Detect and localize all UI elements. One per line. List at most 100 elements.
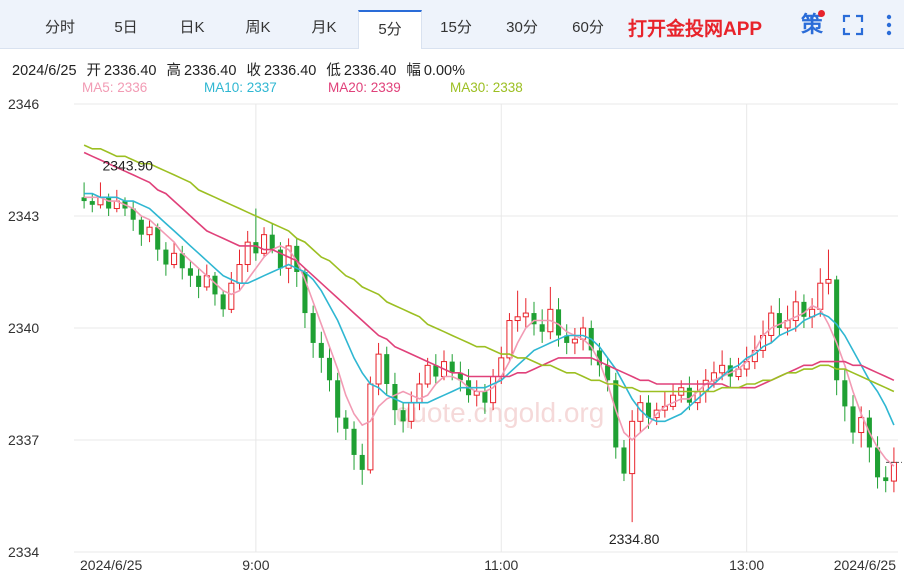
candle-body-up bbox=[514, 316, 521, 322]
candle-body-down bbox=[400, 410, 406, 422]
candle-body-up bbox=[261, 234, 268, 254]
candle-body-down bbox=[335, 380, 341, 418]
candle-body-down bbox=[106, 197, 112, 209]
fullscreen-icon[interactable] bbox=[840, 10, 866, 40]
change-label: 幅 bbox=[406, 63, 421, 79]
notification-dot bbox=[818, 10, 825, 17]
candle-body-down bbox=[163, 249, 169, 265]
tab-monthly-k[interactable]: 月K bbox=[302, 10, 346, 48]
x-tick-label: 2024/6/25 bbox=[834, 557, 896, 573]
candle-body-up bbox=[670, 394, 677, 407]
x-tick-label: 2024/6/25 bbox=[80, 557, 142, 573]
candle-body-up bbox=[236, 264, 243, 284]
candle-body-down bbox=[482, 391, 488, 403]
candle-body-down bbox=[343, 417, 349, 429]
tab-intraday[interactable]: 分时 bbox=[38, 10, 82, 48]
candle-body-down bbox=[253, 242, 259, 254]
watermark-text: quote.cngold.org bbox=[396, 397, 605, 428]
ma30-legend: MA30: 2338 bbox=[450, 80, 523, 95]
ma5-legend: MA5: 2336 bbox=[82, 80, 148, 95]
candle-body-up bbox=[367, 383, 374, 471]
candle-body-up bbox=[490, 376, 497, 404]
candle-body-down bbox=[875, 447, 881, 478]
candle-body-down bbox=[539, 324, 545, 332]
candle-body-down bbox=[842, 380, 848, 407]
strategy-icon[interactable]: 策 bbox=[798, 10, 826, 40]
candle-body-down bbox=[269, 234, 275, 250]
y-tick-label: 2340 bbox=[8, 320, 39, 336]
candle-body-down bbox=[326, 357, 333, 381]
candle-body-down bbox=[384, 354, 390, 384]
candle-body-up bbox=[171, 252, 178, 266]
candle-body-down bbox=[138, 219, 144, 235]
candle-body-down bbox=[883, 477, 889, 482]
candlestick-chart[interactable]: 2346 2343 2340 2337 2334 2024/6/25 9:00 11:00 13… bbox=[0, 96, 904, 574]
fullscreen-glyph bbox=[842, 14, 864, 36]
more-dots-glyph bbox=[886, 14, 892, 36]
candle-body-up bbox=[416, 383, 423, 404]
info-date: 2024/6/25 bbox=[12, 63, 77, 79]
low-value: 2336.40 bbox=[343, 63, 397, 79]
extreme-value-label: 2334.80 bbox=[609, 531, 660, 547]
candle-body-up bbox=[817, 282, 824, 310]
candle-body-up bbox=[522, 312, 529, 318]
more-vertical-icon[interactable] bbox=[880, 10, 898, 40]
candle-body-up bbox=[629, 420, 636, 475]
candle-body-down bbox=[196, 275, 202, 287]
candle-body-down bbox=[621, 447, 627, 474]
high-label: 高 bbox=[166, 63, 182, 79]
candle-body-up bbox=[408, 402, 415, 422]
candle-body-up bbox=[424, 364, 431, 385]
ma-line-ma20 bbox=[83, 151, 895, 389]
open-app-link[interactable]: 打开金投网APP bbox=[628, 14, 762, 41]
x-tick-label: 11:00 bbox=[484, 557, 518, 573]
candle-body-up bbox=[375, 353, 382, 385]
candle-body-down bbox=[850, 406, 856, 433]
candle-body-up bbox=[146, 226, 153, 236]
candle-body-up bbox=[571, 338, 578, 344]
y-tick-label: 2343 bbox=[8, 208, 39, 224]
y-tick-label: 2346 bbox=[8, 96, 39, 112]
close-label: 收 bbox=[246, 63, 261, 79]
open-value: 2336.40 bbox=[104, 63, 157, 79]
candle-body-down bbox=[555, 309, 562, 336]
ma20-legend: MA20: 2339 bbox=[328, 80, 401, 95]
candle-body-down bbox=[392, 384, 398, 411]
x-tick-label: 9:00 bbox=[242, 557, 269, 573]
close-value: 2336.40 bbox=[263, 63, 317, 79]
tab-weekly-k[interactable]: 周K bbox=[236, 10, 280, 48]
candle-body-down bbox=[686, 387, 692, 403]
tab-5min[interactable]: 5分 bbox=[358, 10, 422, 49]
tab-15min[interactable]: 15分 bbox=[434, 10, 478, 48]
candle-body-up bbox=[228, 282, 235, 310]
y-tick-label: 2337 bbox=[8, 432, 39, 448]
tab-30min[interactable]: 30分 bbox=[500, 10, 544, 48]
candle-body-up bbox=[506, 320, 513, 359]
candle-body-down bbox=[359, 454, 365, 470]
x-tick-label: 13:00 bbox=[729, 557, 764, 573]
tab-daily-k[interactable]: 日K bbox=[170, 10, 214, 48]
period-tabs-bar: 分时 5日 日K 周K 月K 5分 15分 30分 60分 打开金投网APP 策 bbox=[0, 0, 904, 49]
candle-body-down bbox=[310, 313, 316, 343]
y-tick-label: 2334 bbox=[8, 544, 39, 560]
low-label: 低 bbox=[326, 63, 341, 79]
tab-60min[interactable]: 60分 bbox=[566, 10, 610, 48]
candle-body-down bbox=[318, 342, 324, 358]
ohlc-info-line: 2024/6/25 开 2336.40 高 2336.40 收 2336.40 低 23… bbox=[12, 59, 471, 80]
candle-body-up bbox=[719, 364, 726, 374]
candle-body-down bbox=[89, 201, 95, 205]
candle-body-up bbox=[768, 312, 775, 336]
candle-body-down bbox=[187, 268, 193, 276]
high-value: 2336.40 bbox=[184, 63, 237, 79]
ma10-legend: MA10: 2337 bbox=[204, 80, 277, 95]
candle-body-down bbox=[351, 428, 357, 455]
candle-body-up bbox=[825, 278, 832, 284]
open-label: 开 bbox=[86, 63, 102, 79]
candle-body-down bbox=[834, 279, 840, 381]
candle-body-down bbox=[155, 227, 161, 250]
ma-line-ma30 bbox=[83, 144, 895, 393]
extreme-value-label: 2343.90 bbox=[102, 157, 153, 173]
change-value: 0.00% bbox=[423, 63, 465, 79]
tab-5day[interactable]: 5日 bbox=[104, 10, 148, 48]
candle-body-down bbox=[220, 294, 226, 310]
